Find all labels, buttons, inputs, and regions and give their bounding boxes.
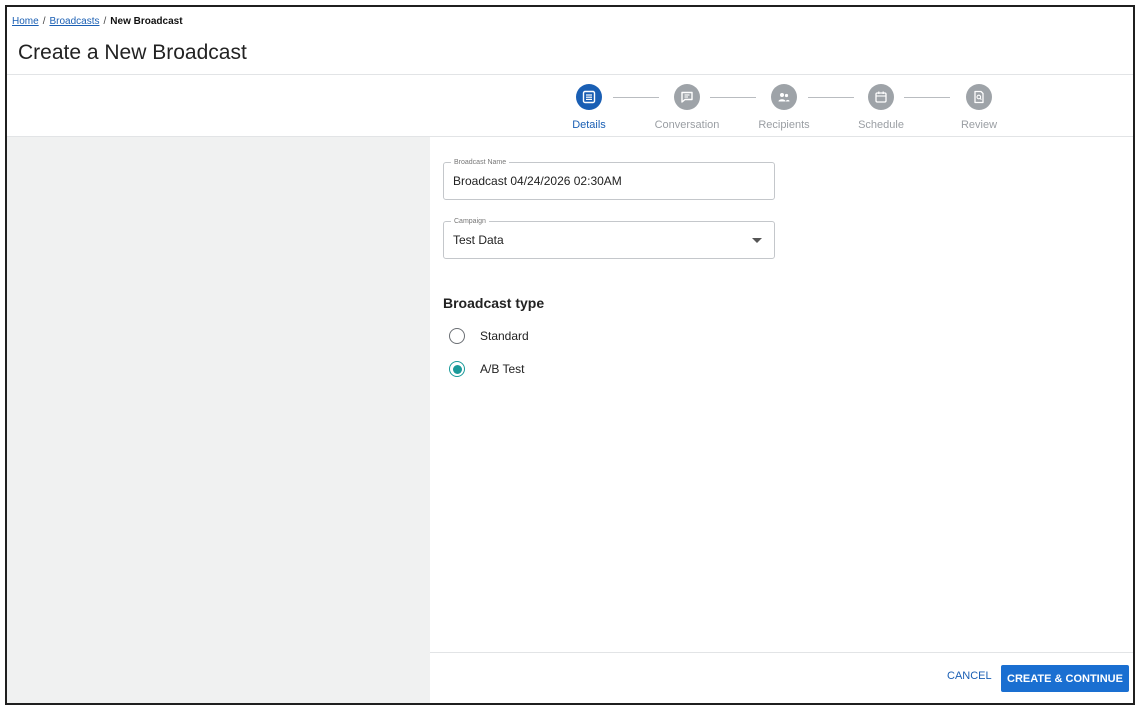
step-label: Schedule <box>858 119 904 131</box>
cancel-button[interactable]: CANCEL <box>947 670 992 682</box>
step-recipients[interactable]: Recipients <box>739 84 829 131</box>
campaign-value: Test Data <box>453 233 504 247</box>
app-frame: Home / Broadcasts / New Broadcast Create a N… <box>5 5 1135 705</box>
progress-stepper: Details Conversation Recipients Schedule <box>552 84 1012 140</box>
calendar-icon <box>868 84 894 110</box>
broadcast-name-value: Broadcast 04/24/2026 02:30AM <box>453 174 622 188</box>
breadcrumb-current: New Broadcast <box>110 16 183 27</box>
review-doc-icon <box>966 84 992 110</box>
step-details[interactable]: Details <box>544 84 634 131</box>
radio-selected-dot <box>452 364 462 374</box>
breadcrumb-separator: / <box>42 16 46 27</box>
chat-icon <box>674 84 700 110</box>
page-title: Create a New Broadcast <box>18 41 247 64</box>
radio-label: A/B Test <box>480 362 525 376</box>
breadcrumb: Home / Broadcasts / New Broadcast <box>12 16 183 27</box>
campaign-select[interactable]: Campaign Test Data <box>443 217 775 259</box>
header-divider <box>7 74 1133 75</box>
broadcast-name-field[interactable]: Broadcast Name Broadcast 04/24/2026 02:3… <box>443 158 775 200</box>
step-label: Details <box>572 119 606 131</box>
create-and-continue-button[interactable]: CREATE & CONTINUE <box>1001 665 1129 692</box>
step-label: Recipients <box>758 119 810 131</box>
radio-ab-test[interactable]: A/B Test <box>449 361 524 377</box>
details-list-icon <box>576 84 602 110</box>
radio-button[interactable] <box>449 361 465 377</box>
people-icon <box>771 84 797 110</box>
breadcrumb-broadcasts-link[interactable]: Broadcasts <box>49 16 99 27</box>
breadcrumb-home-link[interactable]: Home <box>12 16 39 27</box>
broadcast-name-legend: Broadcast Name <box>451 158 510 167</box>
step-label: Review <box>960 119 998 131</box>
campaign-legend: Campaign <box>451 217 489 226</box>
breadcrumb-separator: / <box>103 16 107 27</box>
step-label: Conversation <box>654 119 720 131</box>
left-panel <box>7 137 430 703</box>
footer-divider <box>430 652 1133 653</box>
radio-button[interactable] <box>449 328 465 344</box>
radio-label: Standard <box>480 329 529 343</box>
step-schedule[interactable]: Schedule <box>836 84 926 131</box>
step-review[interactable]: Review <box>934 84 1024 131</box>
step-conversation[interactable]: Conversation <box>642 84 732 131</box>
radio-standard[interactable]: Standard <box>449 328 529 344</box>
caret-down-icon[interactable] <box>752 238 762 243</box>
broadcast-type-title: Broadcast type <box>443 295 545 311</box>
